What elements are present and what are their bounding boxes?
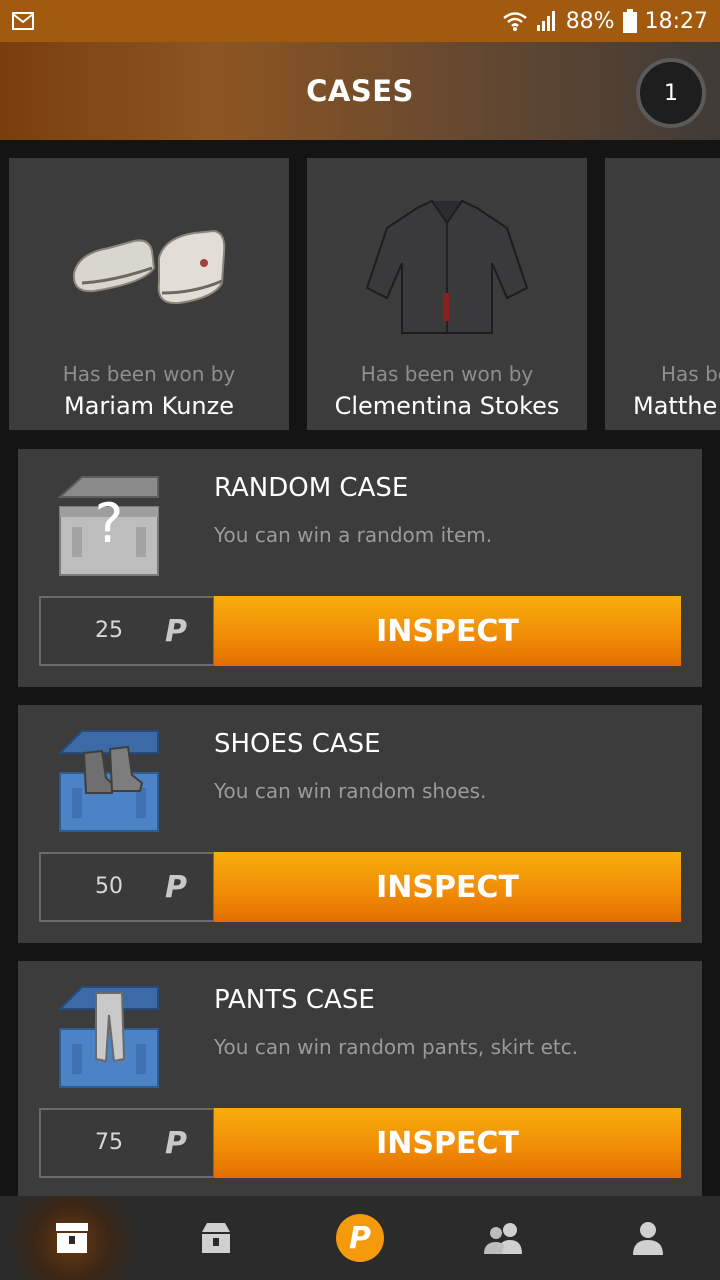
winner-name: Clementina Stokes	[334, 392, 560, 420]
case-description: You can win random pants, skirt etc.	[214, 1035, 579, 1059]
wifi-icon	[502, 12, 527, 31]
nav-profile[interactable]	[576, 1196, 720, 1280]
case-card-shoes: SHOES CASE You can win random shoes. 50 …	[18, 705, 702, 943]
case-title: SHOES CASE	[214, 729, 381, 759]
points-icon: P	[165, 1126, 187, 1161]
price-box: 25 P	[39, 596, 215, 666]
bottom-navigation: P	[0, 1196, 720, 1280]
shirt-icon	[365, 199, 529, 334]
battery-icon	[622, 9, 637, 33]
shoes-case-icon	[57, 730, 159, 832]
status-bar: 88% 18:27	[0, 0, 720, 42]
inspect-button[interactable]: INSPECT	[214, 1108, 681, 1178]
nav-points[interactable]: P	[288, 1196, 432, 1280]
points-icon: P	[165, 870, 187, 905]
nav-friends[interactable]	[432, 1196, 576, 1280]
inspect-button[interactable]: INSPECT	[214, 852, 681, 922]
case-card-pants: PANTS CASE You can win random pants, ski…	[18, 961, 702, 1199]
shop-icon	[202, 1223, 230, 1253]
price-value: 25	[95, 618, 123, 643]
case-description: You can win a random item.	[214, 523, 493, 547]
nav-shop[interactable]	[144, 1196, 288, 1280]
notification-badge[interactable]: 1	[636, 58, 706, 128]
points-icon: P	[336, 1214, 384, 1262]
profile-icon	[633, 1222, 663, 1255]
random-case-icon: ?	[57, 476, 159, 576]
inspect-button[interactable]: INSPECT	[214, 596, 681, 666]
clock: 18:27	[644, 8, 708, 34]
case-title: RANDOM CASE	[214, 473, 409, 503]
winner-item-image	[9, 178, 289, 358]
winner-caption: Has been won by	[661, 362, 720, 386]
friends-icon	[484, 1223, 522, 1254]
winners-carousel[interactable]: Has been won by Mariam Kunze Has been wo…	[0, 158, 720, 430]
price-value: 75	[95, 1130, 123, 1155]
winner-item-image	[307, 178, 587, 358]
nav-cases[interactable]	[0, 1196, 144, 1280]
case-card-random: ? RANDOM CASE You can win a random item.…	[18, 449, 702, 687]
page-title: CASES	[306, 74, 414, 108]
signal-icon	[536, 11, 555, 31]
price-value: 50	[95, 874, 123, 899]
battery-percent: 88%	[565, 8, 615, 34]
pants-case-icon	[57, 986, 159, 1088]
winner-name: Matthe	[633, 392, 718, 420]
price-box: 75 P	[39, 1108, 215, 1178]
shoes-icon	[72, 229, 226, 305]
svg-text:?: ?	[95, 492, 124, 555]
points-icon: P	[165, 614, 187, 649]
app-header: CASES 1	[0, 42, 720, 140]
case-title: PANTS CASE	[214, 985, 375, 1015]
winner-card[interactable]: Has been won by Matthe	[605, 158, 720, 430]
winner-card[interactable]: Has been won by Mariam Kunze	[9, 158, 289, 430]
cases-icon	[56, 1223, 88, 1253]
winner-caption: Has been won by	[360, 362, 534, 386]
tshirt-icon	[605, 193, 720, 343]
winner-name: Mariam Kunze	[64, 392, 234, 420]
price-box: 50 P	[39, 852, 215, 922]
winner-card[interactable]: Has been won by Clementina Stokes	[307, 158, 587, 430]
winner-caption: Has been won by	[62, 362, 236, 386]
case-description: You can win random shoes.	[214, 779, 487, 803]
gmail-icon	[12, 12, 34, 30]
winner-item-image	[605, 178, 720, 358]
